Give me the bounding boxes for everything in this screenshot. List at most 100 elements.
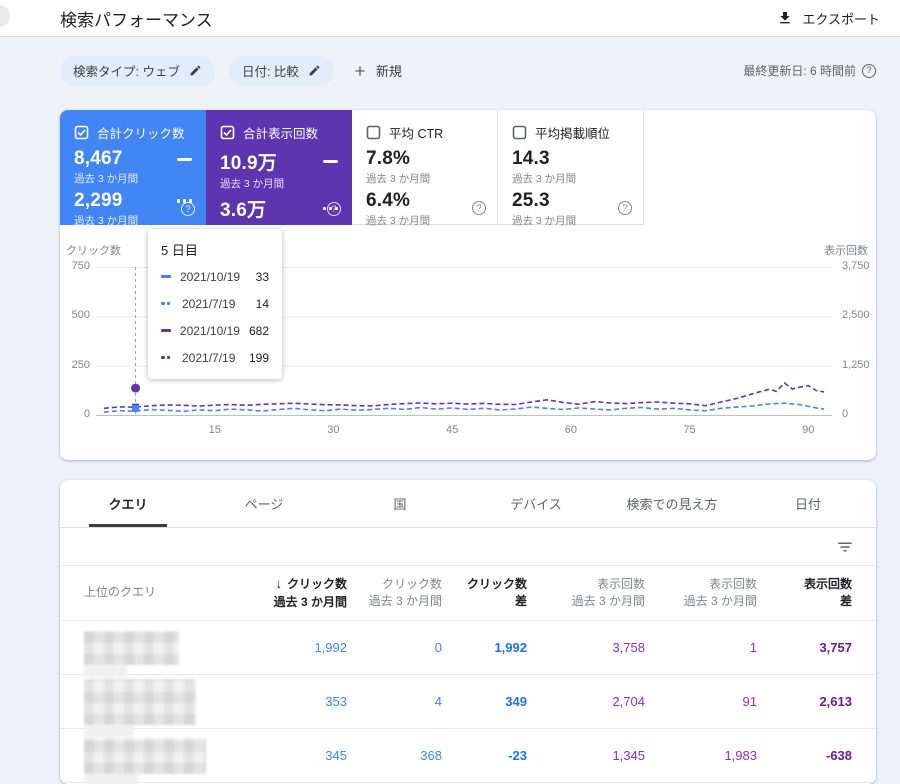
column-header-impressions-diff[interactable]: 表示回数差 xyxy=(757,576,852,611)
checkbox-unchecked-icon[interactable] xyxy=(512,125,527,140)
metric-period: 過去 3 か月間 xyxy=(512,173,577,185)
tab-dates[interactable]: 日付 xyxy=(740,480,876,527)
axis-tick-label: 15 xyxy=(208,424,221,436)
tooltip-date: 2021/7/19 xyxy=(182,296,236,311)
help-icon[interactable]: ? xyxy=(618,201,632,215)
tooltip-date: 2021/10/19 xyxy=(180,269,241,284)
metric-card-average-position[interactable]: 平均掲載順位 14.3 過去 3 か月間 25.3 過去 3 か月間 ? xyxy=(498,110,644,227)
table-cell: 353 xyxy=(325,694,347,709)
metric-value-previous: 3.6万 xyxy=(220,200,267,221)
column-header-query[interactable]: 上位のクエリ xyxy=(84,584,227,601)
tab-queries[interactable]: クエリ xyxy=(60,480,196,527)
table-row[interactable]: 1,992 0 1,992 3,758 1 3,757 xyxy=(60,621,876,675)
metric-card-total-clicks[interactable]: 合計クリック数 8,467 過去 3 か月間 2,299 過去 3 か月間 ? xyxy=(60,110,206,227)
table-filter-row xyxy=(60,528,876,566)
right-axis-title: 表示回数 xyxy=(824,245,868,257)
table-cell: 345 xyxy=(325,748,347,763)
metric-label: 平均掲載順位 xyxy=(535,127,611,141)
axis-tick-label: 1,250 xyxy=(842,358,870,371)
table-cell: 1,992 xyxy=(494,640,527,655)
export-button[interactable]: エクスポート xyxy=(777,9,880,28)
plus-icon xyxy=(355,65,365,76)
filter-list-icon[interactable] xyxy=(836,538,854,556)
redacted-query xyxy=(84,737,206,774)
performance-card: 合計クリック数 8,467 過去 3 か月間 2,299 過去 3 か月間 ? … xyxy=(60,110,876,460)
metric-period: 過去 3 か月間 xyxy=(74,173,139,185)
column-header-clicks-current[interactable]: ↓ クリック数 過去 3 か月間 xyxy=(227,575,347,611)
axis-tick-label: 0 xyxy=(842,408,849,420)
tooltip-value: 199 xyxy=(248,350,269,365)
export-label: エクスポート xyxy=(802,11,880,27)
tab-search-appearance[interactable]: 検索での見え方 xyxy=(604,480,740,527)
checkbox-checked-icon[interactable] xyxy=(220,125,235,140)
checkbox-checked-icon[interactable] xyxy=(74,125,89,140)
solid-line-legend-icon xyxy=(177,157,192,161)
chart-area[interactable]: クリック数 表示回数 5 日目 2021/10/19 33 2021/7/19 14… xyxy=(60,225,876,460)
edit-pencil-icon xyxy=(190,65,201,76)
hover-point-marker xyxy=(131,383,141,393)
date-compare-chip[interactable]: 日付: 比較 xyxy=(228,55,334,86)
metric-tiles-row: 合計クリック数 8,467 過去 3 か月間 2,299 過去 3 か月間 ? … xyxy=(60,110,876,237)
table-cell: -23 xyxy=(508,748,527,763)
table-cell: 91 xyxy=(742,694,757,709)
table-body: 1,992 0 1,992 3,758 1 3,757 353 4 349 2,704 91 2,61… xyxy=(60,621,876,783)
new-filter-button[interactable]: 新規 xyxy=(352,61,402,80)
last-updated: 最終更新日: 6 時間前 ? xyxy=(743,62,876,79)
table-cell: -638 xyxy=(825,748,852,763)
metric-value-previous: 2,299 xyxy=(74,190,123,211)
axis-tick-label: 75 xyxy=(683,424,696,436)
axis-tick-label: 45 xyxy=(446,424,459,436)
solid-line-legend-icon xyxy=(323,160,338,163)
column-header-impressions-current[interactable]: 表示回数 過去 3 か月間 xyxy=(527,576,645,611)
axis-tick-label: 90 xyxy=(802,424,815,436)
help-icon[interactable]: ? xyxy=(181,202,195,216)
topbar: 検索パフォーマンス エクスポート xyxy=(0,0,900,37)
table-cell: 368 xyxy=(420,748,442,763)
series-marker-icon xyxy=(161,275,171,278)
dimension-tabs: クエリ ページ 国 デバイス 検索での見え方 日付 xyxy=(60,480,876,528)
metric-card-total-impressions[interactable]: 合計表示回数 10.9万 過去 3 か月間 3.6万 過去 3 か月間 ? xyxy=(206,110,352,237)
table-header-row: 上位のクエリ ↓ クリック数 過去 3 か月間 クリック数 過去 3 か月間 クリック… xyxy=(60,566,876,621)
help-icon[interactable]: ? xyxy=(472,201,486,215)
table-row[interactable]: 345 368 -23 1,345 1,983 -638 xyxy=(60,729,876,783)
checkbox-unchecked-icon[interactable] xyxy=(366,125,381,140)
tab-devices[interactable]: デバイス xyxy=(468,480,604,527)
tab-pages[interactable]: ページ xyxy=(196,480,332,527)
metric-card-average-ctr[interactable]: 平均 CTR 7.8% 過去 3 か月間 6.4% 過去 3 か月間 ? xyxy=(352,110,498,227)
tooltip-date: 2021/10/19 xyxy=(179,323,240,338)
axis-tick-label: 30 xyxy=(327,424,340,436)
metric-label: 合計クリック数 xyxy=(97,127,185,141)
axis-tick-label: 500 xyxy=(71,309,90,322)
column-header-clicks-previous[interactable]: クリック数 過去 3 か月間 xyxy=(347,576,442,611)
table-cell: 1 xyxy=(749,640,757,655)
download-icon xyxy=(780,12,791,24)
column-header-clicks-diff[interactable]: クリック数差 xyxy=(442,576,527,611)
tooltip-value: 682 xyxy=(248,323,269,338)
search-type-chip-label: 検索タイプ: ウェブ xyxy=(73,65,180,79)
series-marker-icon xyxy=(161,301,173,306)
column-header-impressions-previous[interactable]: 表示回数 過去 3 か月間 xyxy=(645,576,757,611)
tooltip-value: 33 xyxy=(255,269,269,284)
tooltip-row: 2021/10/19 33 xyxy=(161,263,269,290)
table-card: クエリ ページ 国 デバイス 検索での見え方 日付 上位のクエリ ↓ クリック数過… xyxy=(60,480,876,784)
metric-period: 過去 3 か月間 xyxy=(220,178,285,190)
table-cell: 1,345 xyxy=(612,748,645,763)
sort-arrow-icon: ↓ xyxy=(275,575,282,591)
table-cell: 1,992 xyxy=(314,640,347,655)
axis-tick-label: 3,750 xyxy=(842,260,870,272)
redacted-query xyxy=(84,678,196,725)
axis-tick-label: 250 xyxy=(71,358,90,371)
table-cell: 2,613 xyxy=(819,694,852,709)
redacted-query xyxy=(84,630,179,665)
metric-value-current: 8,467 xyxy=(74,148,123,169)
table-row[interactable]: 353 4 349 2,704 91 2,613 xyxy=(60,675,876,729)
chart-line xyxy=(103,381,825,410)
tooltip-value: 14 xyxy=(255,296,269,311)
tooltip-row: 2021/7/19 199 xyxy=(161,344,269,371)
search-type-chip[interactable]: 検索タイプ: ウェブ xyxy=(60,55,215,86)
help-icon[interactable]: ? xyxy=(327,202,341,216)
table-cell: 0 xyxy=(434,640,442,655)
tab-countries[interactable]: 国 xyxy=(332,480,468,527)
help-icon[interactable]: ? xyxy=(862,63,876,78)
metric-value-previous: 6.4% xyxy=(366,190,411,211)
